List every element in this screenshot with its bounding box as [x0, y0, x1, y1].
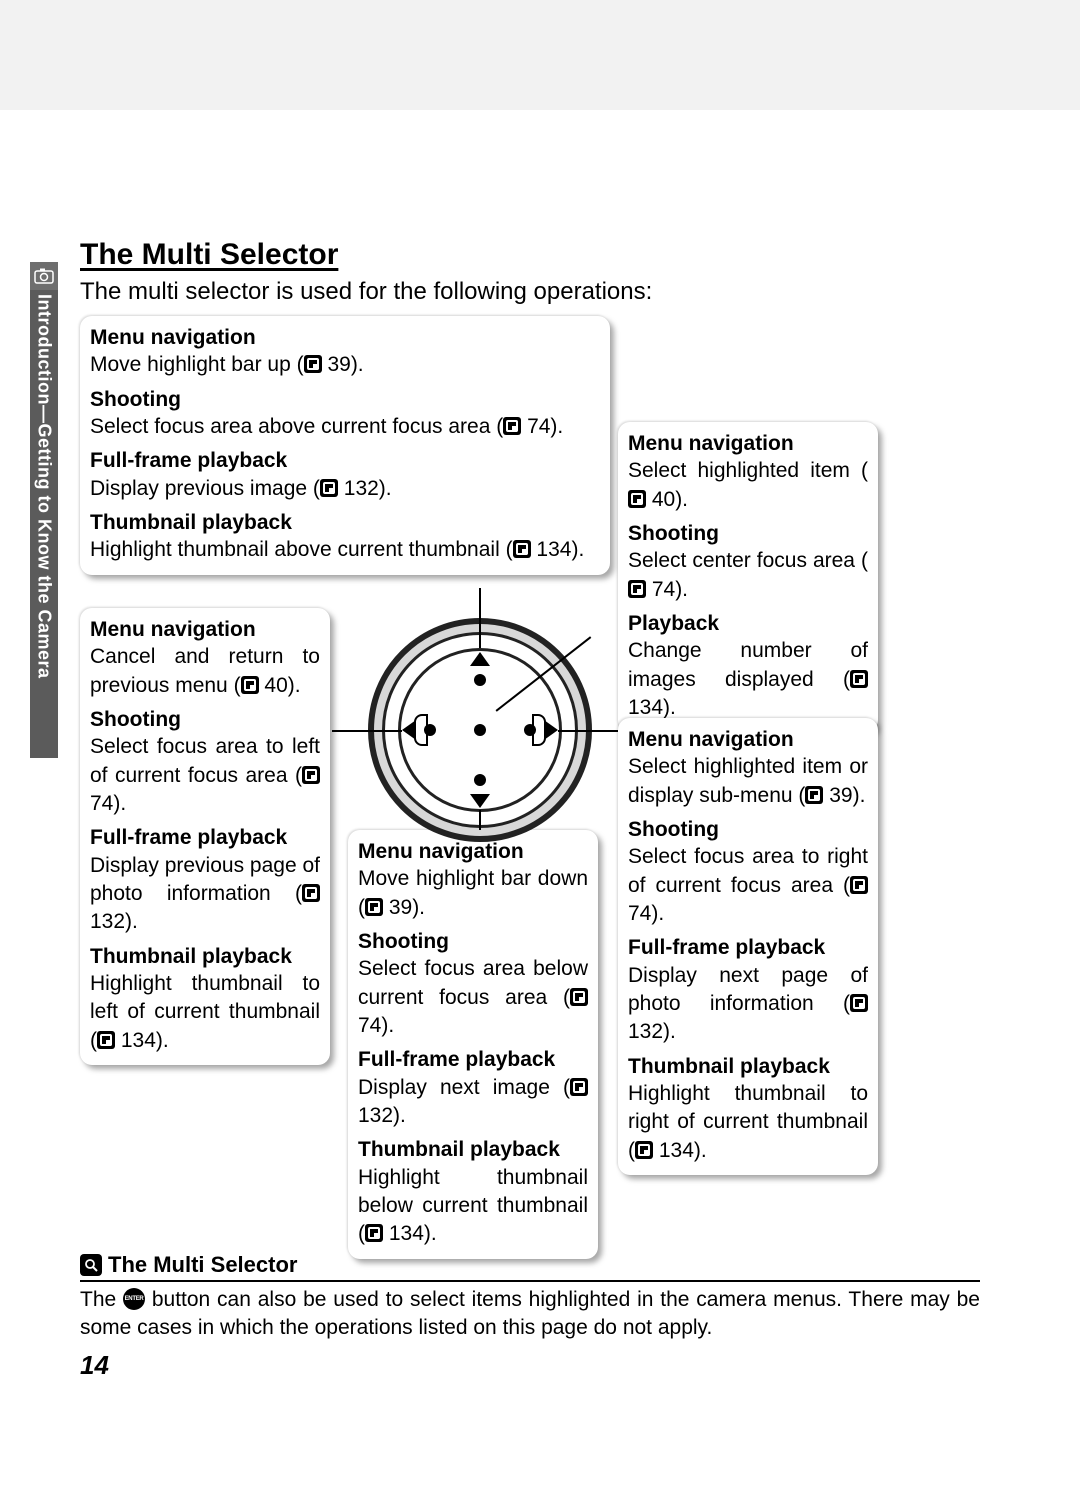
page-ref-icon	[628, 490, 646, 508]
arrow-right-icon	[544, 720, 558, 740]
desc: Highlight thumbnail above current thumbn…	[90, 536, 600, 564]
arrow-left-icon	[402, 720, 416, 740]
label: Shooting	[628, 520, 868, 547]
callout-left: Menu navigation Cancel and return to pre…	[80, 608, 330, 1065]
enter-button-icon	[123, 1288, 145, 1310]
desc: Select highlighted item ( 40).	[628, 457, 868, 514]
desc: Display next image ( 132).	[358, 1074, 588, 1131]
label: Full-frame playback	[628, 934, 868, 961]
label: Full-frame playback	[90, 447, 600, 474]
desc: Select highlighted item or display sub-m…	[628, 753, 868, 810]
label: Thumbnail playback	[90, 943, 320, 970]
label: Menu navigation	[90, 616, 320, 643]
intro-text: The multi selector is used for the follo…	[80, 278, 1000, 306]
desc: Move highlight bar up ( 39).	[90, 351, 600, 379]
note-body: The button can also be used to select it…	[80, 1286, 980, 1343]
desc: Change number of images displayed ( 134)…	[628, 637, 868, 722]
page: Introduction—Getting to Know the Camera …	[0, 110, 1080, 1486]
callout-center: Menu navigation Select highlighted item …	[618, 422, 878, 732]
callout-up: Menu navigation Move highlight bar up ( …	[80, 316, 610, 575]
label: Shooting	[358, 928, 588, 955]
page-title: The Multi Selector	[80, 238, 1000, 272]
label: Thumbnail playback	[358, 1136, 588, 1163]
callout-down: Menu navigation Move highlight bar down …	[348, 830, 598, 1259]
label: Full-frame playback	[90, 824, 320, 851]
page-ref-icon	[365, 1224, 383, 1242]
label: Shooting	[628, 816, 868, 843]
page-ref-icon	[570, 988, 588, 1006]
leader-right-h	[558, 730, 618, 732]
dot-center	[474, 724, 486, 736]
page-ref-icon	[241, 676, 259, 694]
content-heading-area: The Multi Selector The multi selector is…	[80, 238, 1000, 314]
leader-down	[479, 810, 481, 830]
desc: Cancel and return to previous menu ( 40)…	[90, 643, 320, 700]
desc: Select center focus area ( 74).	[628, 547, 868, 604]
arrow-up-icon	[470, 652, 490, 666]
magnifier-icon	[80, 1254, 102, 1276]
desc: Select focus area to right of current fo…	[628, 843, 868, 928]
arrow-down-icon	[470, 794, 490, 808]
dot-down	[474, 774, 486, 786]
leader-left	[332, 730, 402, 732]
label: Shooting	[90, 386, 600, 413]
dot-left	[424, 724, 436, 736]
page-ref-icon	[850, 994, 868, 1012]
page-ref-icon	[805, 786, 823, 804]
label: Thumbnail playback	[90, 509, 600, 536]
desc: Select focus area to left of current foc…	[90, 733, 320, 818]
note-title: The Multi Selector	[108, 1252, 297, 1278]
desc: Select focus area above current focus ar…	[90, 413, 600, 441]
page-ref-icon	[850, 876, 868, 894]
desc: Display next page of photo information (…	[628, 962, 868, 1047]
desc: Highlight thumbnail below current thumbn…	[358, 1164, 588, 1249]
page-ref-icon	[97, 1031, 115, 1049]
callout-right: Menu navigation Select highlighted item …	[618, 718, 878, 1175]
page-ref-icon	[635, 1141, 653, 1159]
page-background: Introduction—Getting to Know the Camera …	[0, 0, 1080, 1486]
page-number: 14	[80, 1350, 109, 1381]
desc: Move highlight bar down ( 39).	[358, 865, 588, 922]
label: Shooting	[90, 706, 320, 733]
label: Menu navigation	[628, 430, 868, 457]
page-ref-icon	[365, 898, 383, 916]
label: Thumbnail playback	[628, 1053, 868, 1080]
label: Full-frame playback	[358, 1046, 588, 1073]
label: Menu navigation	[90, 324, 600, 351]
page-ref-icon	[503, 417, 521, 435]
page-ref-icon	[302, 766, 320, 784]
desc: Display previous image ( 132).	[90, 475, 600, 503]
camera-icon	[30, 262, 58, 290]
side-tab-text: Introduction—Getting to Know the Camera	[34, 294, 55, 679]
dot-right	[524, 724, 536, 736]
label: Menu navigation	[628, 726, 868, 753]
side-tab: Introduction—Getting to Know the Camera	[30, 262, 58, 758]
page-ref-icon	[302, 884, 320, 902]
page-ref-icon	[850, 670, 868, 688]
note-section: The Multi Selector The button can also b…	[80, 1252, 980, 1343]
desc: Highlight thumbnail to left of current t…	[90, 970, 320, 1055]
leader-up	[479, 588, 481, 648]
page-ref-icon	[628, 580, 646, 598]
desc: Highlight thumbnail to right of current …	[628, 1080, 868, 1165]
desc: Select focus area below current focus ar…	[358, 955, 588, 1040]
label: Playback	[628, 610, 868, 637]
side-tab-label: Introduction—Getting to Know the Camera	[30, 294, 58, 754]
page-ref-icon	[304, 355, 322, 373]
page-ref-icon	[513, 540, 531, 558]
desc: Display previous page of photo informati…	[90, 852, 320, 937]
dot-up	[474, 674, 486, 686]
label: Menu navigation	[358, 838, 588, 865]
page-ref-icon	[320, 479, 338, 497]
page-ref-icon	[570, 1078, 588, 1096]
